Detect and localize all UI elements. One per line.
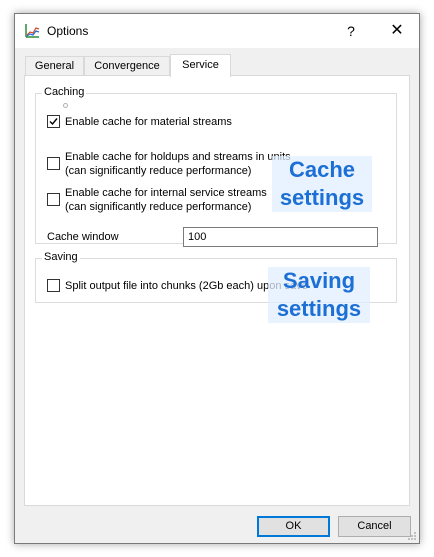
cache-window-input[interactable]: 100 — [183, 227, 378, 247]
ok-button[interactable]: OK — [257, 516, 330, 537]
enable-internal-cache-checkbox[interactable] — [47, 193, 60, 206]
cache-annotation-line2: settings — [279, 185, 365, 210]
enable-material-cache-checkbox[interactable] — [47, 115, 60, 128]
saving-annotation-line1: Saving — [282, 268, 356, 293]
enable-holdups-cache-label: Enable cache for holdups and streams in … — [65, 151, 291, 163]
saving-settings-annotation: Saving settings — [268, 267, 370, 323]
saving-annotation-line2: settings — [276, 296, 362, 321]
cancel-button[interactable]: Cancel — [338, 516, 411, 537]
tab-convergence[interactable]: Convergence — [84, 56, 170, 76]
chart-app-icon — [24, 23, 40, 39]
enable-holdups-cache-checkbox[interactable] — [47, 157, 60, 170]
service-tab-panel: Caching Enable cache for material stream… — [24, 75, 410, 506]
cache-annotation-line1: Cache — [288, 157, 356, 182]
close-button[interactable]: ✕ — [375, 14, 419, 48]
saving-group-label: Saving — [42, 251, 80, 263]
enable-internal-cache-label: Enable cache for internal service stream… — [65, 187, 267, 199]
window-title: Options — [47, 24, 89, 38]
help-button[interactable]: ? — [329, 14, 373, 48]
tab-general[interactable]: General — [25, 56, 84, 76]
radio-indicator-icon — [63, 103, 68, 108]
cache-settings-annotation: Cache settings — [272, 156, 372, 212]
tab-service[interactable]: Service — [170, 54, 231, 77]
title-bar[interactable]: Options ? ✕ — [15, 14, 419, 48]
split-output-checkbox[interactable] — [47, 279, 60, 292]
cache-window-label: Cache window — [47, 231, 119, 243]
enable-holdups-cache-note: (can significantly reduce performance) — [65, 165, 252, 177]
enable-material-cache-label: Enable cache for material streams — [65, 116, 232, 128]
caching-group-label: Caching — [42, 86, 87, 98]
options-dialog: Options ? ✕ General Convergence Service … — [14, 13, 420, 544]
enable-internal-cache-note: (can significantly reduce performance) — [65, 201, 252, 213]
resize-grip-icon[interactable] — [407, 531, 417, 541]
